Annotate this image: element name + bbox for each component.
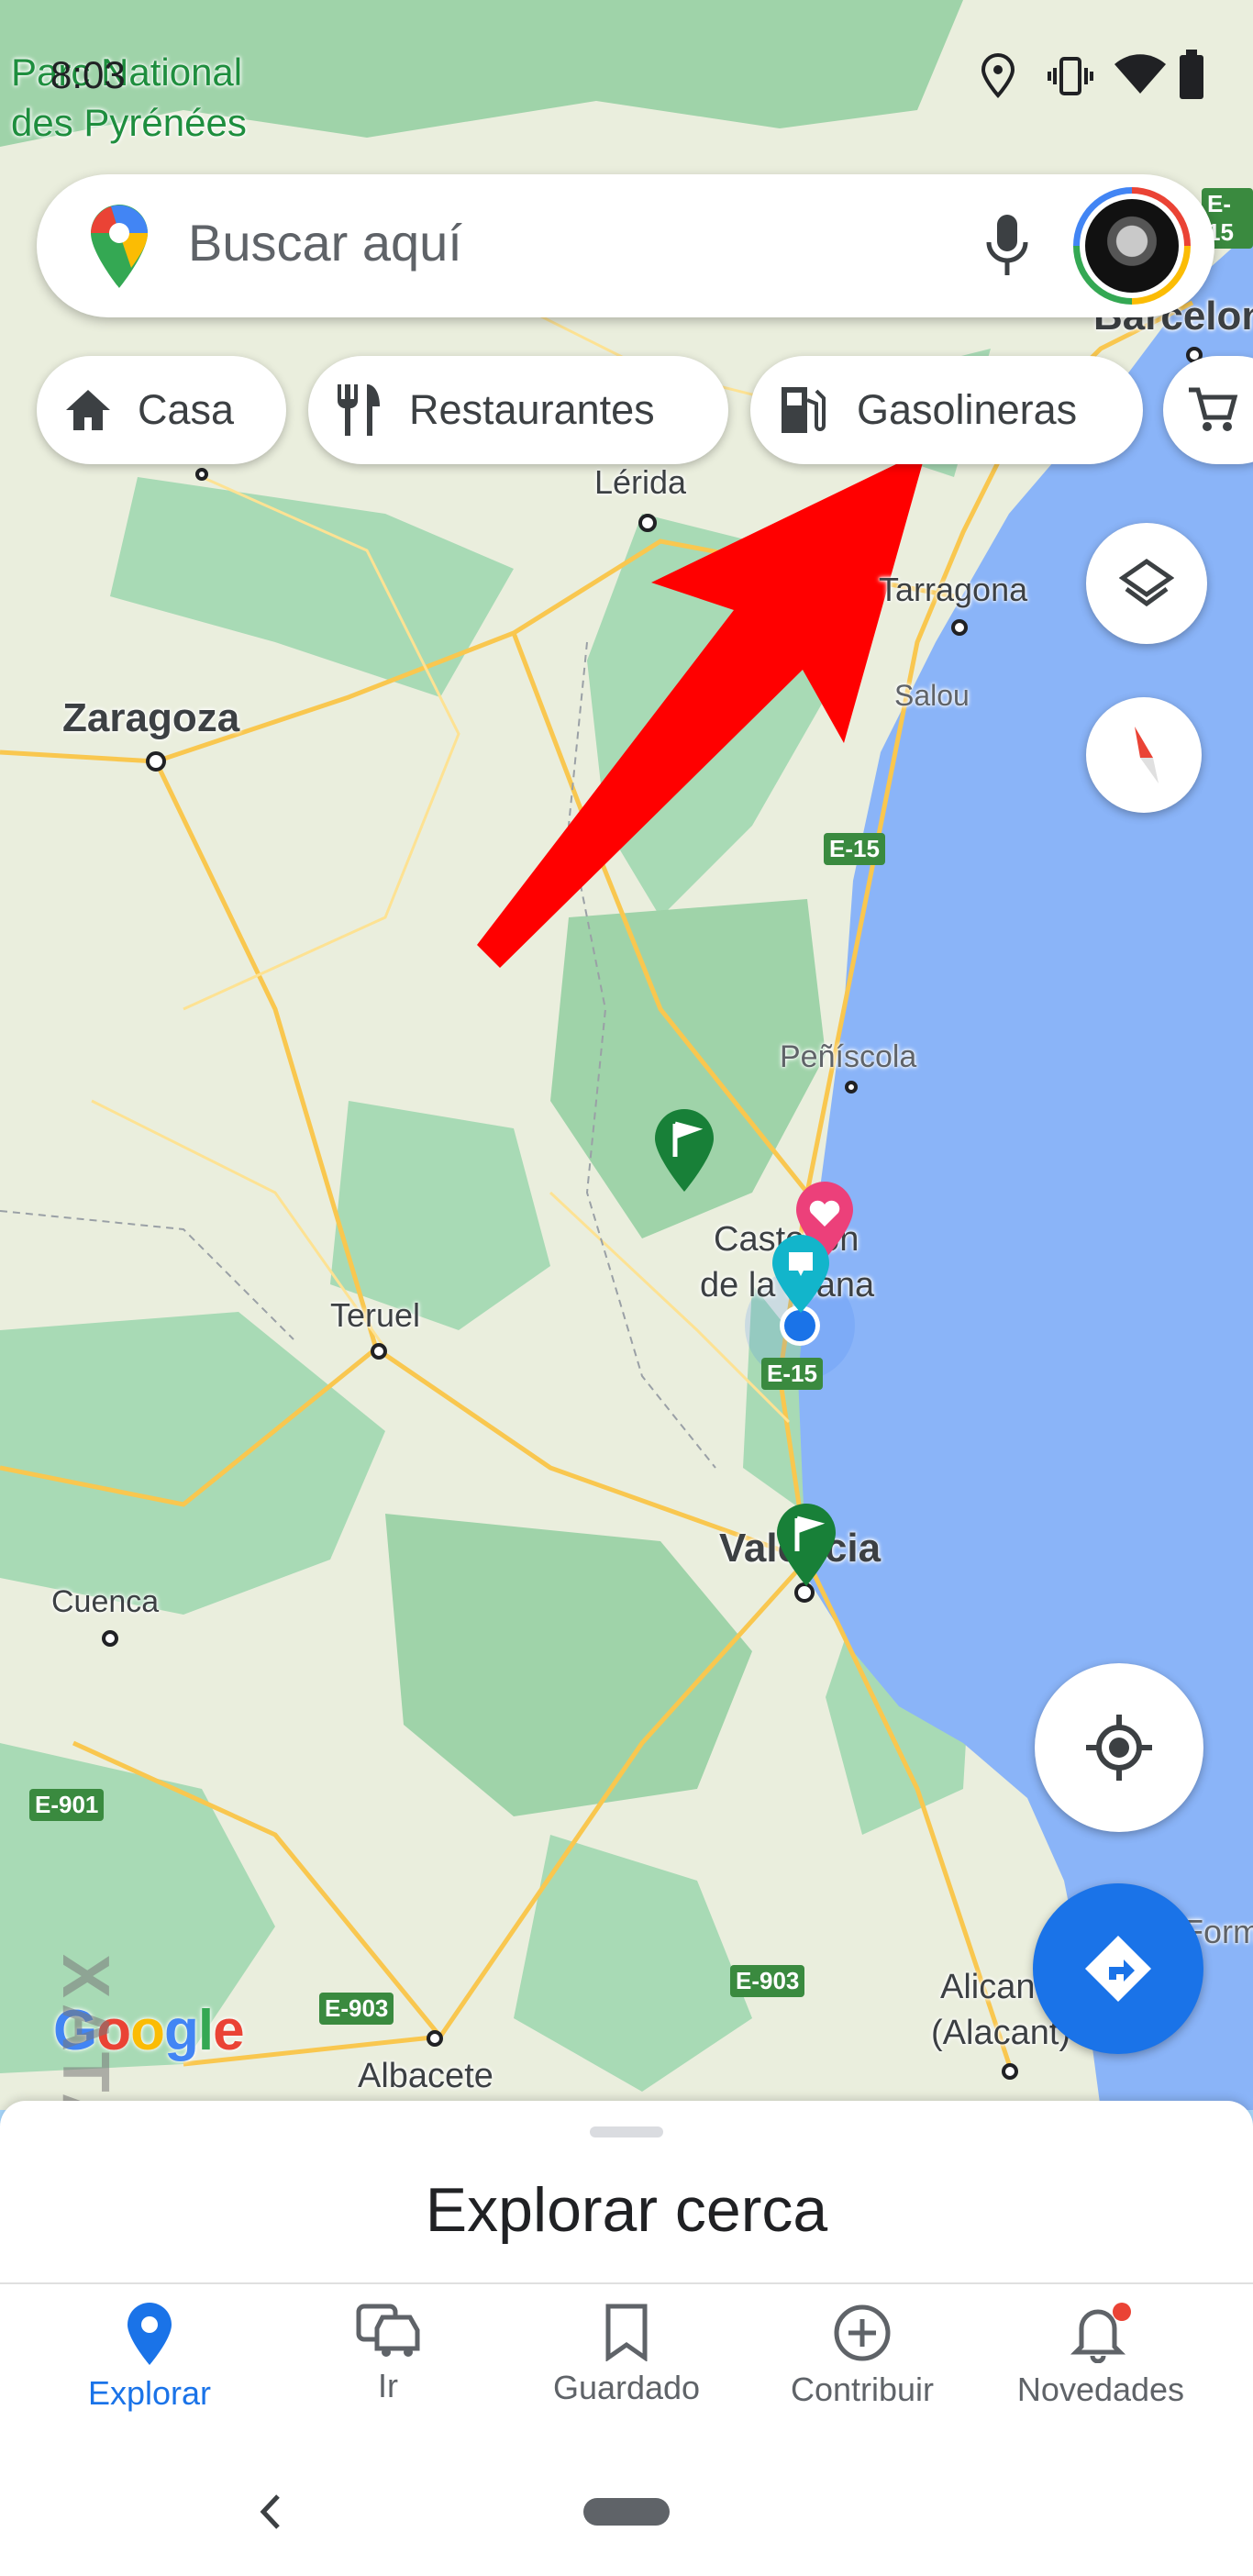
microphone-icon[interactable] [981, 211, 1033, 281]
nav-go[interactable]: Ir [269, 2303, 507, 2459]
avatar[interactable] [1073, 187, 1191, 305]
nav-saved[interactable]: Guardado [507, 2303, 746, 2459]
bell-icon [1070, 2303, 1131, 2363]
home-gesture-pill[interactable] [583, 2498, 670, 2526]
layers-button[interactable] [1086, 523, 1207, 644]
nav-updates[interactable]: Novedades [981, 2303, 1220, 2459]
label-tarragona: Tarragona [879, 571, 1028, 608]
explore-pin-icon [128, 2303, 172, 2365]
add-circle-icon [834, 2304, 891, 2361]
status-bar: 8:03 [0, 37, 1253, 110]
battery-icon [1180, 50, 1203, 99]
label-peniscola: Peñíscola [780, 1039, 917, 1074]
screen: Parc National des Pyrénées Barcelon Léri… [0, 0, 1253, 2576]
label-cuenca: Cuenca [51, 1584, 160, 1619]
search-input[interactable]: Buscar aquí [188, 213, 462, 272]
label-zaragoza: Zaragoza [62, 695, 240, 740]
google-maps-logo-icon [91, 205, 148, 288]
chip-label-restaurants: Restaurantes [409, 386, 655, 433]
label-teruel: Teruel [330, 1296, 421, 1334]
nav-label-saved: Guardado [552, 2369, 701, 2406]
shield-e903-left: E-903 [319, 1993, 394, 2025]
compass-button[interactable] [1086, 697, 1202, 813]
bottom-sheet[interactable]: Explorar cerca [0, 2101, 1253, 2284]
my-location-icon [1086, 1715, 1152, 1781]
bookmark-icon [605, 2304, 648, 2361]
vibrate-icon [1048, 57, 1093, 95]
system-nav [0, 2466, 1253, 2576]
label-salou: Salou [894, 679, 970, 712]
location-status-icon [981, 53, 1015, 99]
shield-e901: E-901 [29, 1789, 105, 1821]
nav-label-contribute: Contribuir [790, 2371, 935, 2408]
nav-contribute[interactable]: Contribuir [743, 2303, 981, 2459]
gas-station-icon [782, 387, 826, 433]
wifi-icon [1114, 54, 1166, 94]
shield-e15-mid: E-15 [824, 833, 885, 865]
chat-pin-icon[interactable] [769, 1232, 833, 1315]
label-lerida: Lérida [594, 463, 687, 501]
compass-icon [1135, 727, 1159, 783]
home-icon [66, 390, 110, 430]
chip-home[interactable]: Casa [37, 356, 286, 464]
shield-e15-low: E-15 [761, 1358, 823, 1390]
chip-restaurants[interactable]: Restaurantes [308, 356, 728, 464]
status-time: 8:03 [50, 53, 126, 96]
bottom-nav: Explorar Ir Guardado Contribuir Novedade… [0, 2282, 1253, 2468]
commute-icon [356, 2304, 420, 2357]
chip-label-gas-stations: Gasolineras [857, 386, 1078, 433]
shield-e903-right: E-903 [730, 1965, 805, 1997]
my-location-button[interactable] [1035, 1663, 1203, 1832]
back-icon[interactable] [252, 2489, 289, 2535]
nav-label-updates: Novedades [1016, 2371, 1185, 2408]
search-bar[interactable]: Buscar aquí [37, 174, 1214, 317]
chip-label-home: Casa [138, 386, 235, 433]
nav-label-explore: Explorar [87, 2374, 212, 2412]
label-albacete: Albacete [358, 2057, 493, 2095]
bottom-sheet-title: Explorar cerca [425, 2175, 828, 2245]
nav-label-go: Ir [378, 2367, 398, 2404]
flag-pin-icon[interactable] [651, 1105, 717, 1194]
nav-explore[interactable]: Explorar [30, 2303, 269, 2459]
chip-gas-stations[interactable]: Gasolineras [750, 356, 1143, 464]
layers-icon [1119, 558, 1174, 607]
directions-button[interactable] [1033, 1883, 1203, 2054]
directions-icon [1085, 1936, 1151, 2002]
shopping-cart-icon [1189, 387, 1238, 431]
drag-handle[interactable] [590, 2126, 663, 2137]
restaurant-icon [338, 384, 380, 436]
flag-pin-valencia-icon[interactable] [773, 1500, 839, 1588]
